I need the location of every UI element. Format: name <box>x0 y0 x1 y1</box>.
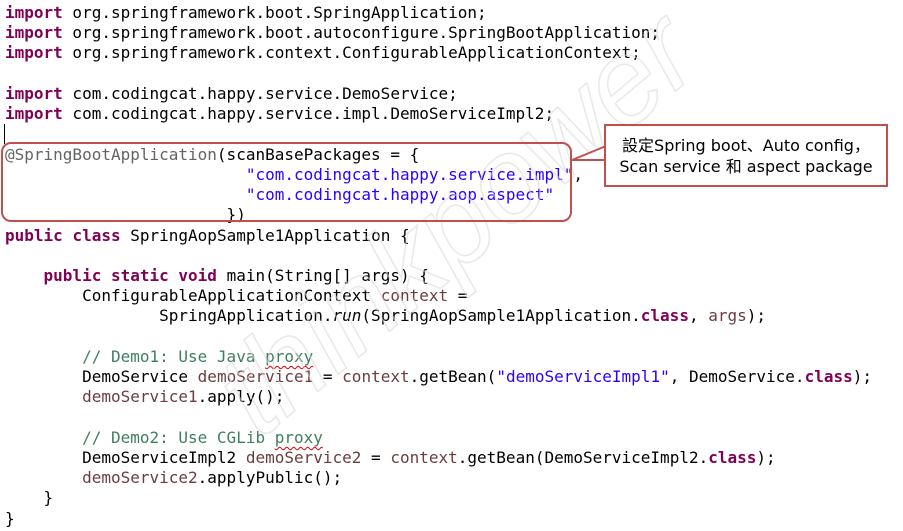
code-line-23: DemoServiceImpl2 demoService2 = context.… <box>82 448 776 467</box>
code-line-20: demoService1.apply(); <box>82 387 285 406</box>
code-line-24: demoService2.applyPublic(); <box>82 468 343 487</box>
code-line-19: DemoService demoService1 = context.getBe… <box>82 367 872 386</box>
annotation-highlight-box <box>1 142 572 222</box>
code-line-6: import com.codingcat.happy.service.impl.… <box>5 104 555 123</box>
code-line-14: public static void main(String[] args) { <box>43 266 429 285</box>
code-editor[interactable]: import org.springframework.boot.SpringAp… <box>0 0 903 531</box>
code-line-3: import org.springframework.context.Confi… <box>5 43 641 62</box>
code-line-26: } <box>5 509 15 528</box>
callout-note: 設定Spring boot、Auto config， Scan service … <box>604 124 888 187</box>
code-line-12: public class SpringAopSample1Application… <box>5 226 410 245</box>
code-line-16: SpringApplication.run(SpringAopSample1Ap… <box>159 306 767 325</box>
code-line-15: ConfigurableApplicationContext context = <box>82 286 468 305</box>
text-cursor <box>4 124 5 144</box>
code-line-5: import com.codingcat.happy.service.DemoS… <box>5 84 458 103</box>
code-line-2: import org.springframework.boot.autoconf… <box>5 23 661 42</box>
code-line-18: // Demo1: Use Java proxy <box>82 347 314 366</box>
callout-line-2: Scan service 和 aspect package <box>619 156 873 176</box>
code-line-25: } <box>5 488 54 507</box>
code-line-22: // Demo2: Use CGLib proxy <box>82 428 323 447</box>
callout-line-1: 設定Spring boot、Auto config， <box>622 135 870 155</box>
code-line-1: import org.springframework.boot.SpringAp… <box>5 3 487 22</box>
